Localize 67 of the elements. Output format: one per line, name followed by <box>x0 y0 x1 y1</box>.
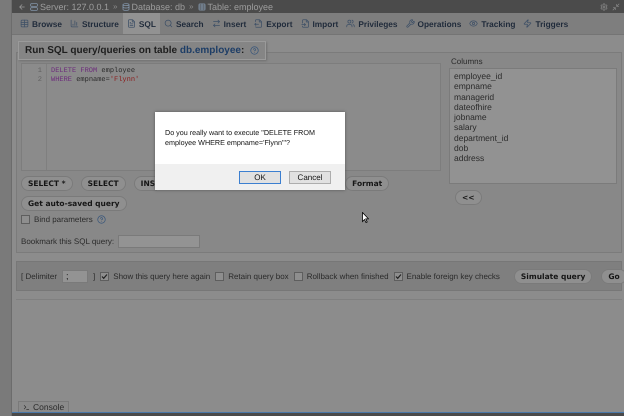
column-item[interactable]: jobname <box>454 112 612 122</box>
checkbox[interactable] <box>100 272 110 280</box>
checkbox-label: Enable foreign key checks <box>406 272 500 280</box>
table-icon <box>198 2 206 10</box>
bookmark-label: Bookmark this SQL query: <box>21 237 114 246</box>
breadcrumb-separator: » <box>189 2 194 11</box>
column-item[interactable]: empname <box>454 81 612 92</box>
lightning-icon <box>523 19 532 28</box>
delimiter-bracket: ] <box>93 272 96 280</box>
tab[interactable]: Privileges <box>342 13 402 34</box>
tab[interactable]: Operations <box>402 13 466 34</box>
tab[interactable]: Triggers <box>519 13 572 34</box>
table-link[interactable]: db.employee <box>180 45 241 56</box>
column-item[interactable]: dob <box>454 143 612 154</box>
wrench-icon <box>406 19 415 28</box>
column-item[interactable]: dateofhire <box>454 102 612 112</box>
help-icon[interactable] <box>250 46 260 55</box>
breadcrumb-link[interactable]: Table: employee <box>208 2 274 12</box>
import-icon <box>300 19 310 28</box>
tab[interactable]: Browse <box>16 13 66 34</box>
cursor-icon <box>362 212 369 223</box>
column-item[interactable]: address <box>454 153 612 164</box>
breadcrumb-link[interactable]: Server: 127.0.0.1 <box>40 2 110 12</box>
console-tab[interactable]: Console <box>18 401 70 412</box>
tab[interactable]: Structure <box>66 13 123 34</box>
export-icon <box>254 19 264 28</box>
checkbox[interactable] <box>21 215 30 224</box>
delimiter-label: [ Delimiter <box>21 272 58 280</box>
database-icon <box>122 2 130 10</box>
column-item[interactable]: department_id <box>454 132 612 144</box>
columns-label: Columns <box>451 57 484 66</box>
tab[interactable]: Tracking <box>465 13 520 34</box>
settings-icon[interactable] <box>600 2 608 10</box>
document-icon <box>126 19 136 28</box>
dialog-button[interactable]: Cancel <box>289 170 331 184</box>
breadcrumb-link[interactable]: Database: db <box>132 2 186 12</box>
help-icon[interactable] <box>96 215 106 224</box>
eye-icon <box>469 19 478 28</box>
checkbox-label: Bind parameters <box>34 215 93 224</box>
collapse-icon[interactable] <box>612 2 620 10</box>
checkbox[interactable] <box>294 272 303 280</box>
tab[interactable]: Import <box>296 13 342 34</box>
breadcrumb-separator: » <box>113 2 118 11</box>
column-item[interactable]: employee_id <box>454 71 612 82</box>
search-icon <box>164 19 173 28</box>
checkbox-label: Rollback when finished <box>306 272 389 280</box>
panel-title: Run SQL query/queries on table db.employee: <box>25 45 244 56</box>
console-icon <box>23 404 30 410</box>
table-icon <box>20 19 29 28</box>
tab[interactable]: Search <box>160 13 208 34</box>
tab[interactable]: Insert <box>208 13 250 34</box>
checkbox[interactable] <box>215 272 224 280</box>
arrows-icon <box>212 19 221 28</box>
bookmark-field[interactable] <box>118 235 200 248</box>
checkbox[interactable] <box>394 272 403 280</box>
checkbox-label: Show this query here again <box>113 272 210 280</box>
users-icon <box>346 19 356 28</box>
column-item[interactable]: managerid <box>454 92 612 102</box>
back-icon[interactable] <box>18 2 26 10</box>
server-icon <box>30 2 38 10</box>
column-item[interactable]: salary <box>454 122 612 133</box>
delimiter-field[interactable]: ; <box>62 270 88 282</box>
tab[interactable]: Export <box>250 13 296 34</box>
dialog-button[interactable]: OK <box>239 170 281 184</box>
tab[interactable]: SQL <box>122 13 160 34</box>
checkbox-label: Retain query box <box>228 272 289 280</box>
chart-icon <box>70 19 79 28</box>
